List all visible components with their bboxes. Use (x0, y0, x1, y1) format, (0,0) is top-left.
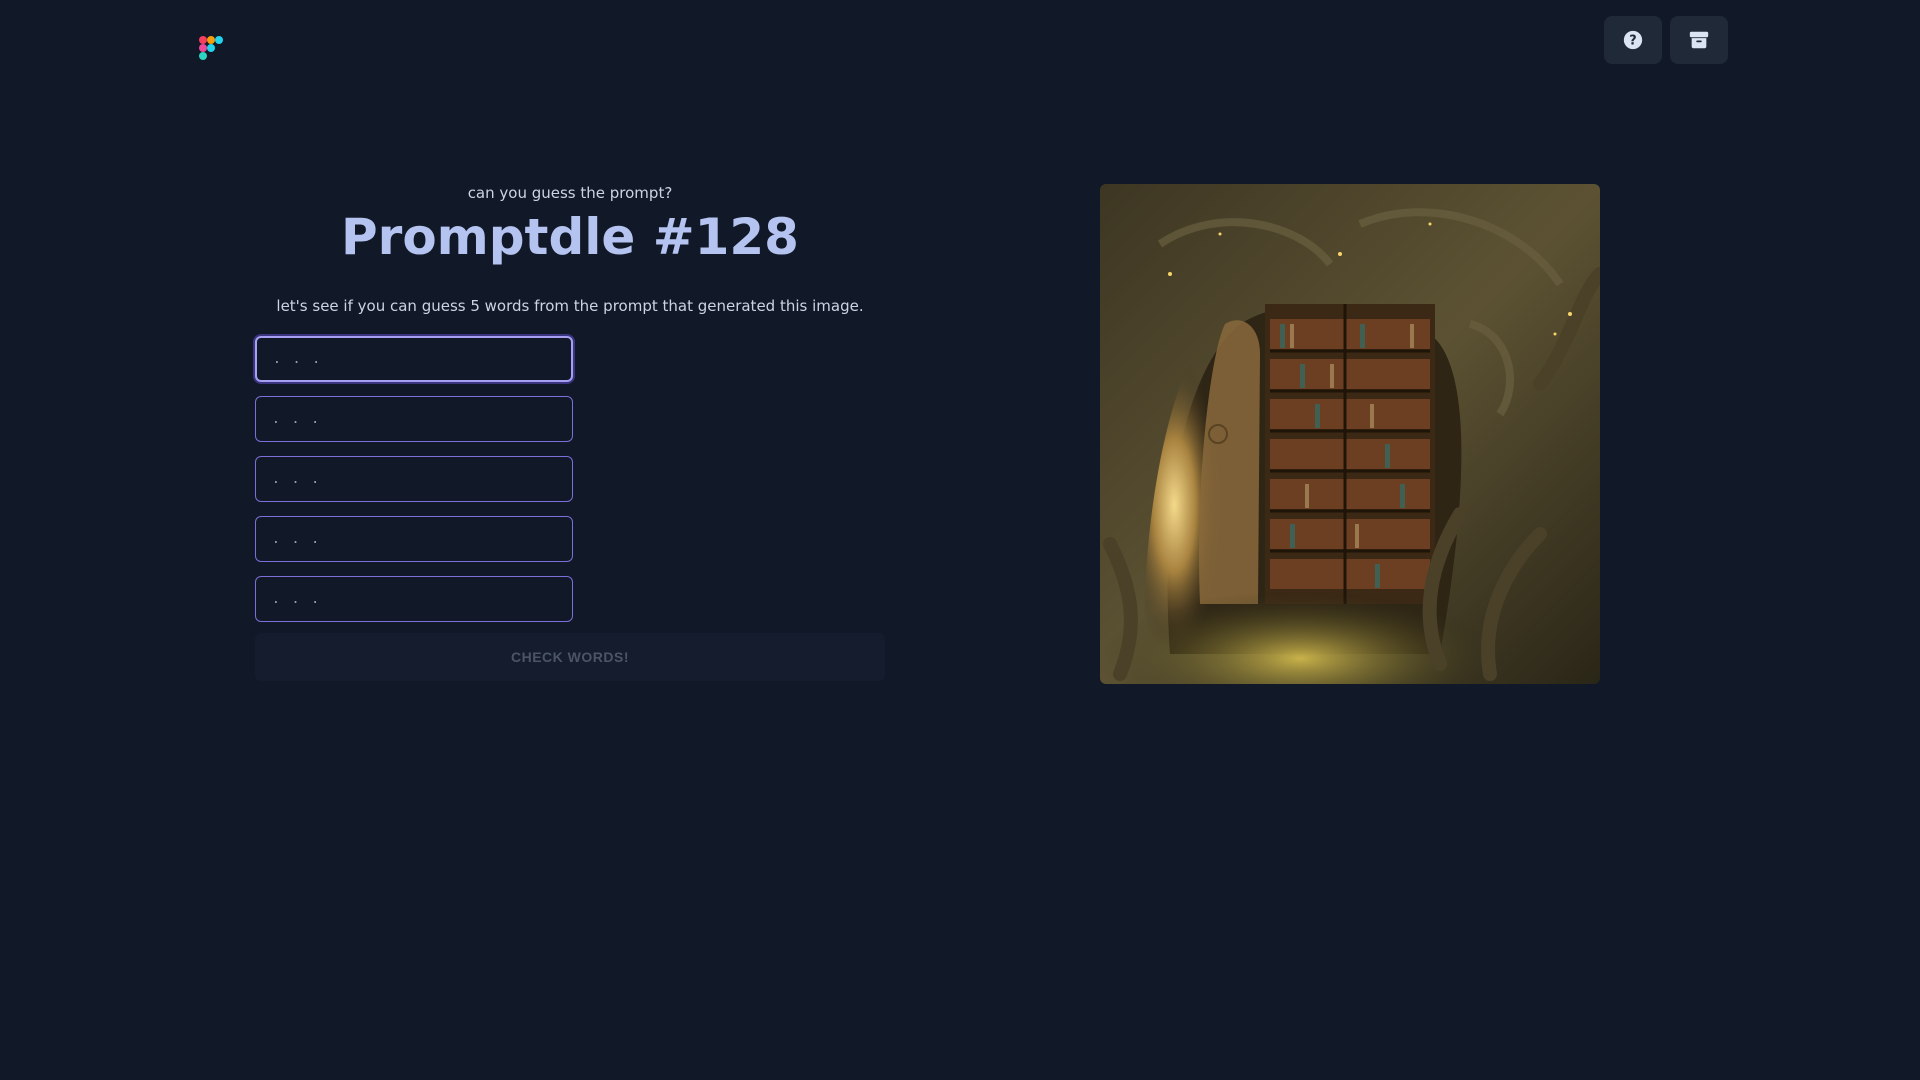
page-title: Promptdle #128 (341, 208, 799, 266)
guess-input-2[interactable] (255, 396, 573, 442)
help-button[interactable]: ? (1604, 16, 1662, 64)
archive-button[interactable] (1670, 16, 1728, 64)
svg-text:?: ? (1629, 34, 1636, 49)
archive-box-icon (1689, 31, 1709, 49)
check-words-button[interactable]: CHECK WORDS! (255, 633, 885, 681)
prompt-artwork-image (1100, 184, 1600, 684)
guess-input-5[interactable] (255, 576, 573, 622)
promptdle-logo-icon[interactable] (199, 34, 225, 60)
tagline: can you guess the prompt? (467, 184, 673, 202)
instructions: let's see if you can guess 5 words from … (276, 297, 864, 315)
guess-input-4[interactable] (255, 516, 573, 562)
guess-input-3[interactable] (255, 456, 573, 502)
guess-input-1[interactable] (255, 336, 573, 382)
question-circle-icon: ? (1623, 30, 1643, 50)
